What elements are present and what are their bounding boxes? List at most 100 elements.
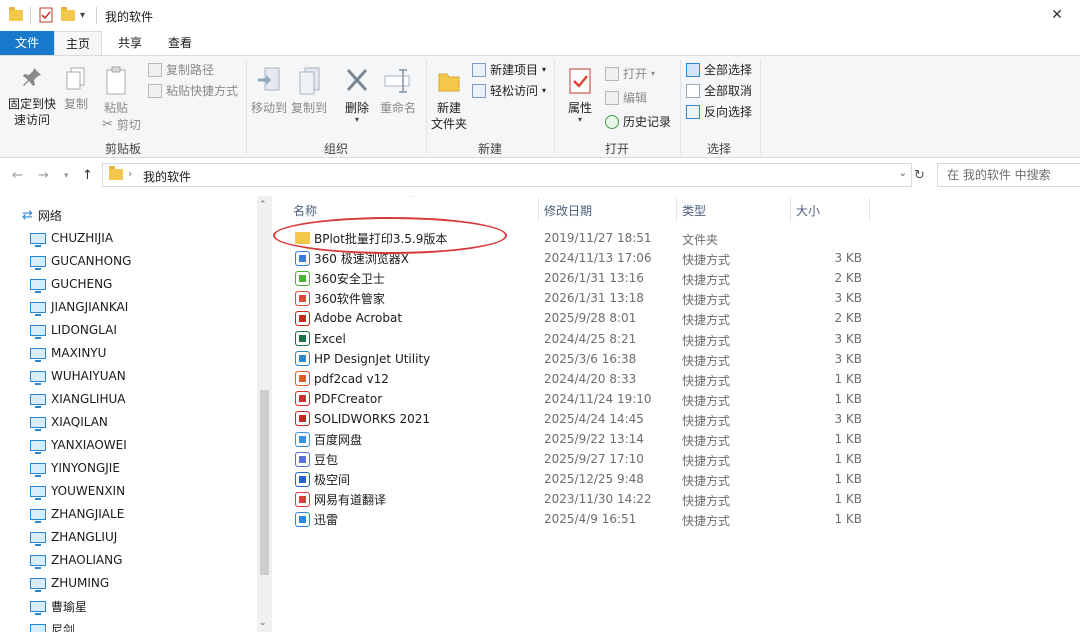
nav-computer-item[interactable]: XIAQILAN [30, 411, 108, 433]
nav-computer-item[interactable]: 尼剑 [30, 618, 75, 632]
file-row[interactable]: 百度网盘 2025/9/22 13:14 快捷方式 1 KB [295, 429, 870, 449]
nav-computer-item[interactable]: ZHANGJIALE [30, 503, 124, 525]
tab-share[interactable]: 共享 [110, 31, 150, 55]
nav-computer-item[interactable]: JIANGJIANKAI [30, 296, 128, 318]
file-row[interactable]: 360安全卫士 2026/1/31 13:16 快捷方式 2 KB [295, 268, 870, 288]
up-icon[interactable]: ↑ [82, 168, 93, 183]
recent-locations-icon[interactable]: ▾ [64, 171, 69, 181]
file-row[interactable]: HP DesignJet Utility 2025/3/6 16:38 快捷方式 3 … [295, 349, 870, 369]
open-button[interactable]: 打开 ▾ [605, 65, 655, 83]
file-row[interactable]: Adobe Acrobat 2025/9/28 8:01 快捷方式 2 KB [295, 308, 870, 328]
file-size: 1 KB [834, 371, 862, 386]
chevron-down-icon: ▾ [651, 69, 656, 78]
select-none-button[interactable]: 全部取消 [686, 82, 752, 100]
file-row[interactable]: pdf2cad v12 2024/4/20 8:33 快捷方式 1 KB [295, 369, 870, 389]
nav-computer-item[interactable]: GUCHENG [30, 273, 112, 295]
nav-computer-item[interactable]: CHUZHIJIA [30, 227, 113, 249]
properties-dropdown-icon[interactable]: ▾ [562, 116, 598, 124]
360-safe-icon [295, 270, 310, 286]
file-name: Adobe Acrobat [314, 311, 403, 326]
computer-icon [30, 416, 46, 431]
refresh-icon[interactable]: ↻ [914, 168, 925, 183]
history-button[interactable]: 历史记录 [605, 113, 671, 131]
file-row[interactable]: SOLIDWORKS 2021 2025/4/24 14:45 快捷方式 3 KB [295, 409, 870, 429]
tab-file[interactable]: 文件 [0, 31, 54, 55]
nav-computer-item[interactable]: YOUWENXIN [30, 480, 125, 502]
scroll-down-icon[interactable]: ⌄ [259, 618, 267, 628]
nav-computer-item[interactable]: YANXIAOWEI [30, 434, 127, 456]
new-folder-quick-icon[interactable] [61, 6, 75, 24]
file-name-cell: PDFCreator [295, 389, 382, 409]
copy-to-button[interactable]: 复制到 [290, 66, 328, 116]
address-row: ← → ▾ ↑ › 我的软件 ⌄ ↻ 在 我的软件 中搜索 [0, 158, 1080, 194]
nav-computer-item[interactable]: XIANGLIHUA [30, 388, 125, 410]
tab-view[interactable]: 查看 [160, 31, 200, 55]
pin-quick-access-button[interactable]: 固定到快 速访问 [6, 66, 58, 128]
delete-dropdown-icon[interactable]: ▾ [340, 116, 374, 124]
address-dropdown-icon[interactable]: ⌄ [899, 168, 907, 179]
new-item-button[interactable]: 新建项目 ▾ [472, 61, 546, 79]
file-size: 1 KB [834, 432, 862, 446]
easy-access-button[interactable]: 轻松访问 ▾ [472, 82, 546, 100]
customize-toolbar-icon[interactable]: ▾ [80, 6, 85, 24]
properties-button[interactable]: 属性 ▾ [562, 66, 598, 124]
nav-computer-item[interactable]: GUCANHONG [30, 250, 131, 272]
paste-shortcut-button[interactable]: 粘贴快捷方式 [148, 82, 238, 100]
nav-computer-item[interactable]: ZHUMING [30, 572, 109, 594]
copy-to-label: 复制到 [290, 101, 327, 115]
delete-button[interactable]: 删除 ▾ [340, 66, 374, 124]
move-to-label: 移动到 [250, 101, 287, 115]
address-bar[interactable]: › 我的软件 ⌄ [102, 163, 912, 187]
file-row[interactable]: Excel 2024/4/25 8:21 快捷方式 3 KB [295, 329, 870, 349]
nav-computer-label: GUCHENG [51, 277, 113, 291]
open-icon [605, 67, 619, 81]
file-row[interactable]: PDFCreator 2024/11/24 19:10 快捷方式 1 KB [295, 389, 870, 409]
nav-computer-item[interactable]: YINYONGJIE [30, 457, 120, 479]
history-icon [605, 115, 619, 129]
solidworks-icon [295, 411, 310, 427]
select-all-button[interactable]: 全部选择 [686, 61, 752, 79]
column-date-header[interactable]: 修改日期 [544, 202, 592, 219]
cut-button[interactable]: ✂ 剪切 [102, 116, 141, 134]
tab-home[interactable]: 主页 [54, 31, 102, 55]
file-date: 2024/4/20 8:33 [544, 371, 637, 386]
copy-path-button[interactable]: 复制路径 [148, 61, 214, 79]
back-icon[interactable]: ← [12, 168, 23, 183]
nav-computer-item[interactable]: ZHAOLIANG [30, 549, 122, 571]
360-browser-icon [295, 250, 310, 266]
properties-quick-icon[interactable] [39, 6, 53, 24]
close-button[interactable]: ✕ [1034, 0, 1080, 31]
computer-icon [30, 255, 46, 270]
file-row[interactable]: 迅雷 2025/4/9 16:51 快捷方式 1 KB [295, 509, 870, 529]
invert-selection-button[interactable]: 反向选择 [686, 103, 752, 121]
file-type: 快捷方式 [682, 393, 731, 408]
new-folder-button[interactable]: 新建 文件夹 [430, 66, 468, 132]
file-row[interactable]: 网易有道翻译 2023/11/30 14:22 快捷方式 1 KB [295, 489, 870, 509]
file-date: 2024/4/25 8:21 [544, 331, 637, 346]
easy-access-label: 轻松访问 [490, 84, 539, 98]
breadcrumb[interactable]: 我的软件 [143, 168, 191, 185]
nav-network[interactable]: ⇄ 网络 [22, 204, 62, 226]
file-row[interactable]: 豆包 2025/9/27 17:10 快捷方式 1 KB [295, 449, 870, 469]
forward-icon[interactable]: → [38, 168, 49, 183]
column-size-header[interactable]: 大小 [796, 202, 820, 219]
paste-button[interactable]: 粘贴 [98, 66, 134, 116]
file-row[interactable]: 360软件管家 2026/1/31 13:18 快捷方式 3 KB [295, 288, 870, 308]
select-none-label: 全部取消 [704, 84, 753, 98]
file-row[interactable]: 极空间 2025/12/25 9:48 快捷方式 1 KB [295, 469, 870, 489]
nav-computer-item[interactable]: ZHANGLIUJ [30, 526, 117, 548]
nav-computer-item[interactable]: LIDONGLAI [30, 319, 117, 341]
move-to-button[interactable]: 移动到 [250, 66, 288, 116]
nav-scrollbar-thumb[interactable] [260, 390, 269, 575]
nav-computer-item[interactable]: MAXINYU [30, 342, 106, 364]
nav-computer-item[interactable]: 曹瑜星 [30, 595, 87, 617]
scroll-up-icon[interactable]: ⌃ [259, 200, 267, 210]
search-input[interactable]: 在 我的软件 中搜索 [937, 163, 1080, 187]
edit-button[interactable]: 编辑 [605, 89, 647, 107]
column-type-header[interactable]: 类型 [682, 202, 706, 219]
column-name-header[interactable]: 名称 [293, 202, 317, 219]
nav-computer-item[interactable]: WUHAIYUAN [30, 365, 126, 387]
copy-button[interactable]: 复制 [60, 66, 92, 112]
rename-button[interactable]: 重命名 [378, 66, 418, 116]
file-type: 文件夹 [682, 233, 719, 247]
